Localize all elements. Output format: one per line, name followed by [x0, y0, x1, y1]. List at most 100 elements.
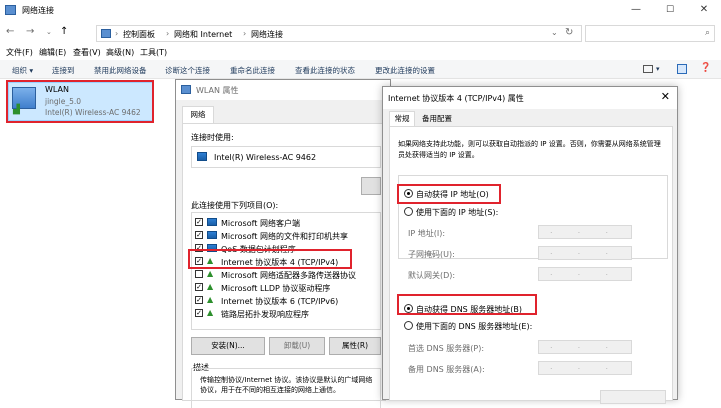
- item-checkbox[interactable]: ✓: [195, 283, 203, 291]
- address-dropdown-icon[interactable]: ⌄: [551, 28, 558, 37]
- highlight-box: [397, 294, 537, 315]
- install-button[interactable]: 安装(N)...: [191, 337, 265, 355]
- close-icon[interactable]: ✕: [661, 90, 670, 103]
- advanced-button[interactable]: [600, 390, 666, 404]
- recent-dropdown-icon[interactable]: ⌄: [46, 28, 52, 36]
- cmd-rename[interactable]: 重命名此连接: [230, 65, 275, 76]
- intro-text: 如果网络支持此功能，则可以获取自动指派的 IP 设置。否则，你需要从网络系统管理…: [398, 140, 661, 159]
- ip-address-label: IP 地址(I):: [408, 229, 446, 238]
- highlight-box: [188, 249, 352, 269]
- network-icon: [181, 85, 191, 94]
- item-checkbox[interactable]: ✓: [195, 218, 203, 226]
- dialog-header: Internet 协议版本 4 (TCP/IPv4) 属性 ✕: [383, 87, 677, 109]
- up-icon[interactable]: ↑: [60, 26, 68, 37]
- gateway-input[interactable]: . . .: [538, 267, 632, 281]
- cmd-organize[interactable]: 组织 ▾: [12, 65, 33, 76]
- minimize-button[interactable]: —: [619, 0, 653, 22]
- properties-button[interactable]: 属性(R): [329, 337, 381, 355]
- item-label: 链路层拓扑发现响应程序: [221, 310, 309, 319]
- dialog-title: WLAN 属性: [196, 86, 239, 95]
- address-bar[interactable]: › 控制面板 › 网络和 Internet › 网络连接 ⌄ ↻: [96, 25, 582, 42]
- window-title: 网络连接: [22, 6, 54, 15]
- subnet-mask-input[interactable]: . . .: [538, 246, 632, 260]
- device-name: Intel(R) Wireless-AC 9462: [214, 153, 317, 162]
- cmd-diagnose[interactable]: 诊断这个连接: [165, 65, 210, 76]
- menu-bar: 文件(F) 编辑(E) 查看(V) 高级(N) 工具(T): [0, 44, 721, 60]
- dialog-title: Internet 协议版本 4 (TCP/IPv4) 属性: [388, 94, 524, 103]
- manual-ip-radio[interactable]: [404, 207, 413, 216]
- ip-address-input[interactable]: . . .: [538, 225, 632, 239]
- forward-icon[interactable]: →: [26, 26, 34, 37]
- menu-advanced[interactable]: 高级(N): [106, 47, 134, 58]
- menu-view[interactable]: 查看(V): [73, 47, 101, 58]
- list-item[interactable]: ✓ ▲ Internet 协议版本 6 (TCP/IPv6): [195, 294, 379, 306]
- cmd-connect[interactable]: 连接到: [52, 65, 75, 76]
- protocol-icon: ▲: [207, 282, 214, 291]
- items-label: 此连接使用下列项目(O):: [191, 201, 279, 210]
- configure-button[interactable]: [361, 177, 381, 195]
- ipv4-properties-dialog: Internet 协议版本 4 (TCP/IPv4) 属性 ✕ 常规 备用配置 …: [382, 86, 678, 404]
- cmd-change-settings[interactable]: 更改此连接的设置: [375, 65, 435, 76]
- refresh-icon[interactable]: ↻: [565, 27, 573, 38]
- item-label: Internet 协议版本 6 (TCP/IPv6): [221, 297, 339, 306]
- uninstall-button[interactable]: 卸载(U): [269, 337, 325, 355]
- description-group: 传输控制协议/Internet 协议。该协议是默认的广域网络协议，用于在不同的相…: [191, 368, 381, 408]
- list-item[interactable]: ✓ ▲ Microsoft LLDP 协议驱动程序: [195, 281, 379, 293]
- connect-using-label: 连接时使用:: [191, 133, 234, 142]
- breadcrumb-network-connections[interactable]: 网络连接: [251, 29, 283, 40]
- title-bar: 网络连接 — ☐ ✕: [0, 0, 721, 22]
- list-item[interactable]: ✓ ▲ 链路层拓扑发现响应程序: [195, 307, 379, 319]
- dialog-header: WLAN 属性: [176, 80, 390, 100]
- menu-file[interactable]: 文件(F): [6, 47, 33, 58]
- alternate-dns-label: 备用 DNS 服务器(A):: [408, 365, 485, 374]
- breadcrumb-network-internet[interactable]: 网络和 Internet: [174, 29, 232, 40]
- item-label: Microsoft 网络客户端: [221, 219, 300, 228]
- back-icon[interactable]: ←: [6, 26, 14, 37]
- protocol-icon: ▲: [207, 308, 214, 317]
- view-options-icon[interactable]: [643, 65, 653, 73]
- manual-dns-radio[interactable]: [404, 321, 413, 330]
- subnet-mask-label: 子网掩码(U):: [408, 250, 455, 259]
- item-label: Microsoft 网络适配器多路传送器协议: [221, 271, 356, 280]
- item-label: Microsoft LLDP 协议驱动程序: [221, 284, 331, 293]
- menu-tools[interactable]: 工具(T): [140, 47, 167, 58]
- close-button[interactable]: ✕: [687, 0, 721, 22]
- item-checkbox[interactable]: ✓: [195, 231, 203, 239]
- cmd-view-status[interactable]: 查看此连接的状态: [295, 65, 355, 76]
- tab-network[interactable]: 网络: [182, 106, 214, 124]
- manual-dns-label[interactable]: 使用下面的 DNS 服务器地址(E):: [416, 321, 532, 332]
- preview-pane-icon[interactable]: [677, 64, 687, 74]
- search-icon[interactable]: ⌕: [705, 28, 710, 38]
- alternate-dns-input[interactable]: . . .: [538, 361, 632, 375]
- gateway-label: 默认网关(D):: [408, 271, 456, 280]
- description-text: 传输控制协议/Internet 协议。该协议是默认的广域网络协议，用于在不同的相…: [200, 376, 373, 394]
- breadcrumb-sep: ›: [115, 29, 119, 38]
- breadcrumb-control-panel[interactable]: 控制面板: [123, 29, 155, 40]
- adapter-icon: [197, 152, 207, 161]
- search-input[interactable]: ⌕: [585, 25, 715, 42]
- highlight-box: [6, 80, 154, 123]
- network-folder-icon: [5, 5, 16, 15]
- protocol-icon: ▲: [207, 295, 214, 304]
- list-item[interactable]: ✓ Microsoft 网络的文件和打印机共享: [195, 229, 379, 241]
- list-item[interactable]: ✓ Microsoft 网络客户端: [195, 216, 379, 228]
- item-checkbox[interactable]: [195, 270, 203, 278]
- menu-edit[interactable]: 编辑(E): [39, 47, 66, 58]
- item-checkbox[interactable]: ✓: [195, 309, 203, 317]
- tab-alternate-config[interactable]: 备用配置: [417, 113, 457, 127]
- manual-ip-label[interactable]: 使用下面的 IP 地址(S):: [416, 207, 498, 218]
- highlight-box: [397, 184, 501, 204]
- service-icon: [207, 231, 217, 239]
- help-icon[interactable]: ❓: [700, 63, 711, 73]
- view-dropdown-icon[interactable]: ▾: [656, 65, 660, 73]
- cmd-disable[interactable]: 禁用此网络设备: [94, 65, 147, 76]
- preferred-dns-input[interactable]: . . .: [538, 340, 632, 354]
- item-checkbox[interactable]: ✓: [195, 296, 203, 304]
- maximize-button[interactable]: ☐: [653, 0, 687, 22]
- control-panel-icon: [101, 29, 111, 38]
- list-item[interactable]: ▲ Microsoft 网络适配器多路传送器协议: [195, 268, 379, 280]
- breadcrumb-sep: ›: [243, 29, 247, 38]
- device-field: Intel(R) Wireless-AC 9462: [191, 146, 381, 168]
- command-bar: 组织 ▾ 连接到 禁用此网络设备 诊断这个连接 重命名此连接 查看此连接的状态 …: [0, 60, 721, 79]
- tab-general[interactable]: 常规: [389, 111, 415, 127]
